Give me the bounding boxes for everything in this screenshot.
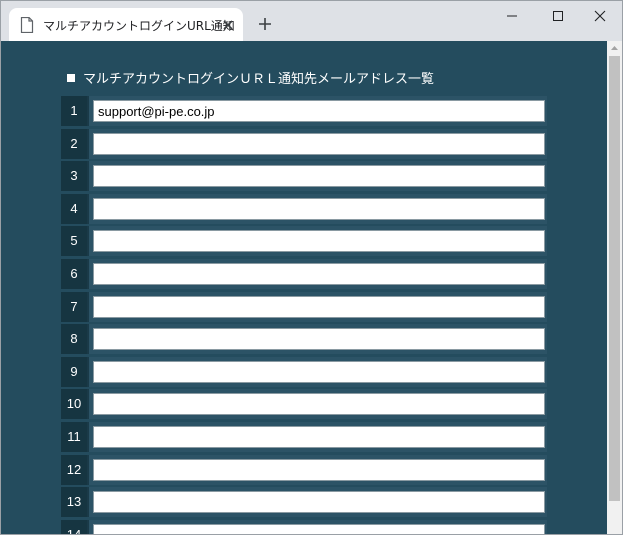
email-input[interactable] (93, 523, 545, 534)
email-row: 9 (61, 356, 547, 387)
row-number: 10 (61, 389, 87, 420)
email-row: 13 (61, 487, 547, 518)
email-input[interactable] (93, 230, 545, 253)
email-input[interactable] (93, 295, 545, 318)
email-list: 1234567891011121314 (61, 96, 547, 534)
email-field-cell (89, 356, 547, 387)
new-tab-plus-icon[interactable] (257, 16, 273, 32)
email-field-cell (89, 226, 547, 257)
minimize-icon (507, 15, 517, 17)
tab-active[interactable]: マルチアカウントログインURL通知 (9, 8, 243, 41)
email-row: 1 (61, 96, 547, 126)
email-input[interactable] (93, 100, 545, 122)
email-row: 14 (61, 519, 547, 534)
email-field-cell (89, 193, 547, 224)
email-row: 11 (61, 421, 547, 452)
row-number: 7 (61, 291, 87, 322)
email-row: 4 (61, 193, 547, 224)
row-number: 12 (61, 454, 87, 485)
email-row: 5 (61, 226, 547, 257)
email-field-cell (89, 389, 547, 420)
email-input[interactable] (93, 360, 545, 383)
email-input[interactable] (93, 393, 545, 416)
row-number: 9 (61, 356, 87, 387)
email-input[interactable] (93, 458, 545, 481)
page-content: マルチアカウントログインＵＲＬ通知先メールアドレス一覧 123456789101… (1, 41, 607, 534)
row-number: 11 (61, 421, 87, 452)
email-row: 8 (61, 324, 547, 355)
email-input[interactable] (93, 165, 545, 188)
email-field-cell (89, 519, 547, 534)
email-row: 2 (61, 128, 547, 159)
email-row: 6 (61, 258, 547, 289)
scroll-up-button[interactable] (607, 41, 622, 55)
email-field-cell (89, 291, 547, 322)
chevron-up-icon (611, 46, 618, 50)
row-number: 5 (61, 226, 87, 257)
email-input[interactable] (93, 262, 545, 285)
browser-window: マルチアカウントログインURL通知 マルチアカウントログインＵＲＬ通知先メールア… (0, 0, 623, 535)
tab-strip: マルチアカウントログインURL通知 (1, 1, 622, 41)
email-input[interactable] (93, 491, 545, 514)
maximize-icon (553, 11, 563, 21)
document-icon (20, 17, 34, 33)
heading-text: マルチアカウントログインＵＲＬ通知先メールアドレス一覧 (83, 72, 435, 87)
email-row: 10 (61, 389, 547, 420)
email-input[interactable] (93, 328, 545, 351)
email-field-cell (89, 421, 547, 452)
vertical-scrollbar[interactable] (607, 41, 622, 534)
row-number: 4 (61, 193, 87, 224)
row-number: 8 (61, 324, 87, 355)
row-number: 6 (61, 258, 87, 289)
scroll-thumb[interactable] (609, 56, 620, 501)
email-row: 12 (61, 454, 547, 485)
email-row: 7 (61, 291, 547, 322)
email-field-cell (89, 487, 547, 518)
row-number: 2 (61, 128, 87, 159)
tab-title: マルチアカウントログインURL通知 (43, 19, 235, 33)
page-heading: マルチアカウントログインＵＲＬ通知先メールアドレス一覧 (67, 68, 434, 87)
email-input[interactable] (93, 425, 545, 448)
row-number: 1 (61, 96, 87, 126)
email-field-cell (89, 96, 547, 126)
email-input[interactable] (93, 132, 545, 155)
email-field-cell (89, 258, 547, 289)
tab-close-icon[interactable] (221, 18, 235, 32)
close-icon (594, 10, 606, 22)
square-bullet-icon (67, 74, 75, 82)
row-number: 14 (61, 519, 87, 534)
email-field-cell (89, 324, 547, 355)
email-field-cell (89, 128, 547, 159)
email-field-cell (89, 454, 547, 485)
close-window-button[interactable] (577, 1, 622, 31)
email-field-cell (89, 161, 547, 192)
maximize-button[interactable] (535, 1, 581, 31)
row-number: 13 (61, 487, 87, 518)
email-input[interactable] (93, 197, 545, 220)
email-row: 3 (61, 161, 547, 192)
row-number: 3 (61, 161, 87, 192)
minimize-button[interactable] (489, 1, 535, 31)
